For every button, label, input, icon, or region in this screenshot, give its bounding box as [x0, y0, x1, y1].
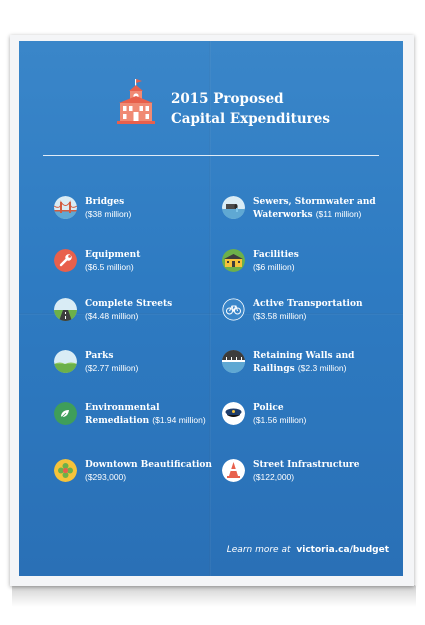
- expense-name: Street Infrastructure: [253, 460, 360, 470]
- expense-name: Environmental Remediation ($1.94 million…: [85, 402, 206, 427]
- expense-name: Police: [253, 403, 284, 413]
- expense-name-line2: Waterworks ($11 million): [253, 208, 376, 221]
- expense-amount: ($6.5 million): [85, 262, 134, 272]
- poster: 2015 Proposed Capital Expenditures Bridg…: [19, 41, 403, 576]
- poster-header: 2015 Proposed Capital Expenditures: [115, 77, 385, 133]
- expense-name-line2-text: Remediation: [85, 416, 150, 426]
- expense-name: Retaining Walls and Railings ($2.3 milli…: [253, 350, 354, 375]
- expense-amount: ($3.58 million): [253, 311, 307, 321]
- expense-item-parks: Parks ($2.77 million): [54, 350, 224, 388]
- park-icon: [54, 350, 77, 373]
- expense-item-retaining-walls-railings: Retaining Walls and Railings ($2.3 milli…: [222, 350, 392, 388]
- expense-name-line1: Retaining Walls and: [253, 351, 355, 361]
- expense-amount: ($293,000): [85, 472, 127, 482]
- expense-item-equipment: Equipment ($6.5 million): [54, 249, 224, 287]
- police-cap-icon: [222, 402, 245, 425]
- expense-name-line2: Remediation ($1.94 million): [85, 414, 206, 427]
- bicycle-icon: [222, 298, 245, 321]
- expense-item-active-transportation: Active Transportation ($3.58 million): [222, 298, 392, 336]
- expense-amount: ($6 million): [253, 262, 295, 272]
- sewer-pipe-icon: [222, 196, 245, 219]
- expense-name: Active Transportation: [253, 299, 363, 309]
- page-title-line2: Capital Expenditures: [171, 111, 330, 127]
- expense-name: Complete Streets: [85, 299, 173, 309]
- wrench-icon: [54, 249, 77, 272]
- city-hall-icon: [117, 79, 155, 124]
- expense-item-complete-streets: Complete Streets ($4.48 million): [54, 298, 224, 336]
- expense-name: Bridges: [85, 197, 125, 207]
- leaf-icon: [54, 402, 77, 425]
- expense-name: Facilities: [253, 250, 299, 260]
- expense-name-line2: Railings ($2.3 million): [253, 362, 354, 375]
- expense-item-downtown-beautification: Downtown Beautification ($293,000): [54, 459, 224, 497]
- expense-name: Equipment: [85, 250, 141, 260]
- retaining-wall-icon: [222, 350, 245, 373]
- footer-url-link[interactable]: victoria.ca/budget: [296, 545, 389, 555]
- expense-amount: ($2.77 million): [85, 363, 139, 373]
- expense-name-line1: Environmental: [85, 403, 160, 413]
- page-title: 2015 Proposed Capital Expenditures: [171, 89, 330, 129]
- expense-item-street-infrastructure: Street Infrastructure ($122,000): [222, 459, 392, 497]
- footer-learn-more: Learn more at victoria.ca/budget: [227, 545, 389, 555]
- expense-amount: ($1.56 million): [253, 415, 307, 425]
- expense-item-environmental-remediation: Environmental Remediation ($1.94 million…: [54, 402, 224, 440]
- road-icon: [54, 298, 77, 321]
- expense-name: Sewers, Stormwater and Waterworks ($11 m…: [253, 196, 376, 221]
- footer-prefix: Learn more at: [226, 545, 291, 555]
- paper-shadow: [12, 585, 416, 607]
- expense-name-line1: Sewers, Stormwater and: [253, 197, 376, 207]
- expense-amount: ($1.94 million): [152, 415, 206, 425]
- expense-amount: ($38 million): [85, 209, 132, 219]
- expense-name-line2-text: Railings: [253, 364, 295, 374]
- header-divider: [43, 155, 379, 156]
- expense-amount: ($11 million): [315, 209, 362, 219]
- flower-icon: [54, 459, 77, 482]
- page-title-line1: 2015 Proposed: [171, 91, 284, 107]
- expense-amount: ($4.48 million): [85, 311, 139, 321]
- expense-name-line2-text: Waterworks: [253, 210, 313, 220]
- expense-name: Downtown Beautification: [85, 460, 212, 470]
- expense-item-sewers-stormwater-waterworks: Sewers, Stormwater and Waterworks ($11 m…: [222, 196, 392, 234]
- expense-amount: ($122,000): [253, 472, 295, 482]
- expense-amount: ($2.3 million): [297, 363, 347, 373]
- expense-item-bridges: Bridges ($38 million): [54, 196, 224, 234]
- bridge-icon: [54, 196, 77, 219]
- facility-icon: [222, 249, 245, 272]
- expense-name: Parks: [85, 351, 114, 361]
- traffic-cone-icon: [222, 459, 245, 482]
- expense-item-police: Police ($1.56 million): [222, 402, 392, 440]
- expense-item-facilities: Facilities ($6 million): [222, 249, 392, 287]
